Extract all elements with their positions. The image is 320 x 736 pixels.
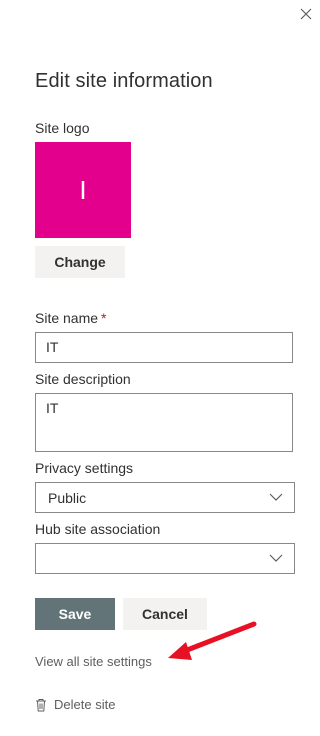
hub-site-association-dropdown[interactable] <box>35 543 295 574</box>
delete-site-label: Delete site <box>54 697 116 712</box>
site-name-label: Site name * <box>35 310 107 326</box>
site-name-input[interactable]: IT <box>35 332 293 363</box>
site-logo-letter: I <box>79 174 87 205</box>
chevron-down-icon <box>269 554 283 562</box>
site-name-label-text: Site name <box>35 310 99 326</box>
save-button[interactable]: Save <box>35 598 115 630</box>
panel-title: Edit site information <box>35 70 213 92</box>
site-description-input[interactable]: IT <box>35 393 293 452</box>
site-logo-label: Site logo <box>35 120 90 136</box>
close-icon[interactable] <box>296 4 316 24</box>
red-arrow-annotation <box>168 621 257 660</box>
view-all-site-settings-link[interactable]: View all site settings <box>35 654 152 669</box>
site-logo-tile: I <box>35 142 131 238</box>
privacy-settings-label: Privacy settings <box>35 460 134 476</box>
privacy-settings-dropdown[interactable]: Public <box>35 482 295 513</box>
delete-site-link[interactable]: Delete site <box>35 697 115 712</box>
required-marker: * <box>101 310 107 326</box>
site-description-label: Site description <box>35 371 131 387</box>
privacy-settings-value: Public <box>48 490 87 506</box>
trash-icon <box>36 698 46 711</box>
chevron-down-icon <box>269 493 283 501</box>
hub-site-association-label: Hub site association <box>35 521 161 537</box>
change-logo-button[interactable]: Change <box>35 246 125 278</box>
